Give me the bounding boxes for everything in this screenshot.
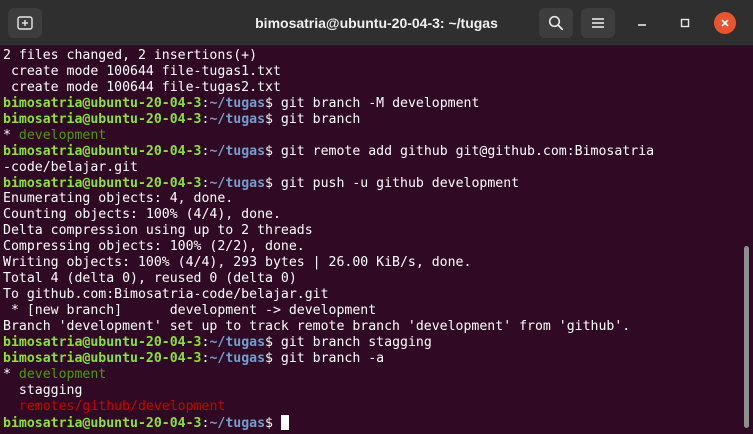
terminal-text: Enumerating objects: 4, done.: [3, 191, 234, 207]
terminal-text: *: [3, 127, 19, 143]
terminal-text: $ git branch stagging: [265, 334, 432, 350]
terminal-text: create mode 100644 file-tugas1.txt: [3, 63, 281, 79]
search-button[interactable]: [539, 8, 573, 38]
terminal-line: 2 files changed, 2 insertions(+): [3, 48, 740, 64]
prompt-path: ~/tugas: [209, 111, 266, 127]
remote-branch: remotes/github/development: [18, 398, 226, 414]
terminal-text: To github.com:Bimosatria-code/belajar.gi…: [3, 287, 329, 303]
menu-button[interactable]: [581, 8, 615, 38]
prompt-path: ~/tugas: [209, 415, 266, 431]
terminal-text: $ git push -u github development: [265, 175, 520, 191]
hamburger-menu-icon: [592, 18, 604, 28]
terminal-text: Branch 'development' set up to track rem…: [3, 318, 631, 334]
terminal-text: $ git branch: [265, 111, 361, 127]
terminal-text: *: [3, 366, 19, 382]
prompt-path: ~/tugas: [209, 95, 266, 111]
prompt-path: ~/tugas: [209, 334, 266, 350]
prompt-user: bimosatria@ubuntu-20-04-3: [3, 334, 202, 350]
current-branch: development: [18, 127, 107, 143]
prompt-user: bimosatria@ubuntu-20-04-3: [3, 175, 202, 191]
prompt-user: bimosatria@ubuntu-20-04-3: [3, 415, 202, 431]
terminal-text: Total 4 (delta 0), reused 0 (delta 0): [3, 271, 297, 287]
terminal-text: $: [265, 415, 281, 431]
prompt-user: bimosatria@ubuntu-20-04-3: [3, 143, 202, 159]
new-tab-button[interactable]: [8, 8, 42, 38]
terminal-line: create mode 100644 file-tugas2.txt: [3, 80, 740, 96]
terminal-line: Enumerating objects: 4, done.: [3, 191, 740, 207]
terminal-text: -code/belajar.git: [3, 159, 138, 175]
terminal-line: bimosatria@ubuntu-20-04-3:~/tugas$ git b…: [3, 351, 740, 367]
prompt-user: bimosatria@ubuntu-20-04-3: [3, 95, 202, 111]
terminal-line: bimosatria@ubuntu-20-04-3:~/tugas$ git p…: [3, 176, 740, 192]
minimize-icon: [638, 24, 646, 26]
terminal-line: * development: [3, 128, 740, 144]
terminal-line: To github.com:Bimosatria-code/belajar.gi…: [3, 287, 740, 303]
terminal-text: 2 files changed, 2 insertions(+): [3, 48, 258, 63]
maximize-button[interactable]: [674, 12, 696, 34]
search-icon: [548, 15, 564, 31]
terminal-line: Counting objects: 100% (4/4), done.: [3, 207, 740, 223]
terminal-line: * development: [3, 367, 740, 383]
terminal-line: bimosatria@ubuntu-20-04-3:~/tugas$: [3, 414, 740, 431]
terminal-text: $ git branch -M development: [265, 95, 480, 111]
terminal-line: bimosatria@ubuntu-20-04-3:~/tugas$ git b…: [3, 335, 740, 351]
terminal-text: * [new branch] development -> developmen…: [3, 303, 377, 318]
terminal-line: Delta compression using up to 2 threads: [3, 223, 740, 239]
terminal-line: -code/belajar.git: [3, 160, 740, 176]
terminal-line: Total 4 (delta 0), reused 0 (delta 0): [3, 271, 740, 287]
terminal-line: bimosatria@ubuntu-20-04-3:~/tugas$ git b…: [3, 112, 740, 128]
scrollbar-thumb[interactable]: [744, 246, 749, 428]
prompt-user: bimosatria@ubuntu-20-04-3: [3, 111, 202, 127]
close-icon: [721, 19, 729, 27]
titlebar[interactable]: bimosatria@ubuntu-20-04-3: ~/tugas: [0, 0, 753, 46]
terminal-text: Compressing objects: 100% (2/2), done.: [3, 239, 305, 255]
terminal-text: stagging: [3, 382, 83, 398]
current-branch: development: [18, 366, 107, 382]
prompt-path: ~/tugas: [209, 143, 266, 159]
minimize-button[interactable]: [631, 12, 653, 34]
terminal-line: stagging: [3, 383, 740, 399]
terminal-line: Branch 'development' set up to track rem…: [3, 319, 740, 335]
terminal-text: Writing objects: 100% (4/4), 293 bytes |…: [3, 255, 472, 271]
terminal-line: remotes/github/development: [3, 399, 740, 415]
terminal-text: Counting objects: 100% (4/4), done.: [3, 207, 281, 223]
terminal-text: Delta compression using up to 2 threads: [3, 223, 313, 239]
terminal-output[interactable]: 2 files changed, 2 insertions(+) create …: [0, 46, 740, 434]
terminal-text: $ git remote add github git@github.com:B…: [265, 143, 655, 159]
terminal-line: create mode 100644 file-tugas1.txt: [3, 64, 740, 80]
prompt-user: bimosatria@ubuntu-20-04-3: [3, 350, 202, 366]
prompt-path: ~/tugas: [209, 175, 266, 191]
terminal-line: bimosatria@ubuntu-20-04-3:~/tugas$ git r…: [3, 144, 740, 160]
close-button[interactable]: [714, 12, 736, 34]
text-cursor: [280, 414, 289, 430]
terminal-line: * [new branch] development -> developmen…: [3, 303, 740, 319]
scrollbar[interactable]: [740, 46, 753, 434]
terminal-line: Writing objects: 100% (4/4), 293 bytes |…: [3, 255, 740, 271]
terminal-text: $ git branch -a: [265, 350, 385, 366]
prompt-path: ~/tugas: [209, 350, 266, 366]
terminal-line: Compressing objects: 100% (2/2), done.: [3, 239, 740, 255]
new-tab-icon: [17, 16, 33, 30]
maximize-icon: [680, 18, 690, 28]
terminal-window: bimosatria@ubuntu-20-04-3: ~/tugas 2 fil…: [0, 0, 753, 434]
terminal-line: bimosatria@ubuntu-20-04-3:~/tugas$ git b…: [3, 96, 740, 112]
terminal-text: create mode 100644 file-tugas2.txt: [3, 79, 281, 95]
